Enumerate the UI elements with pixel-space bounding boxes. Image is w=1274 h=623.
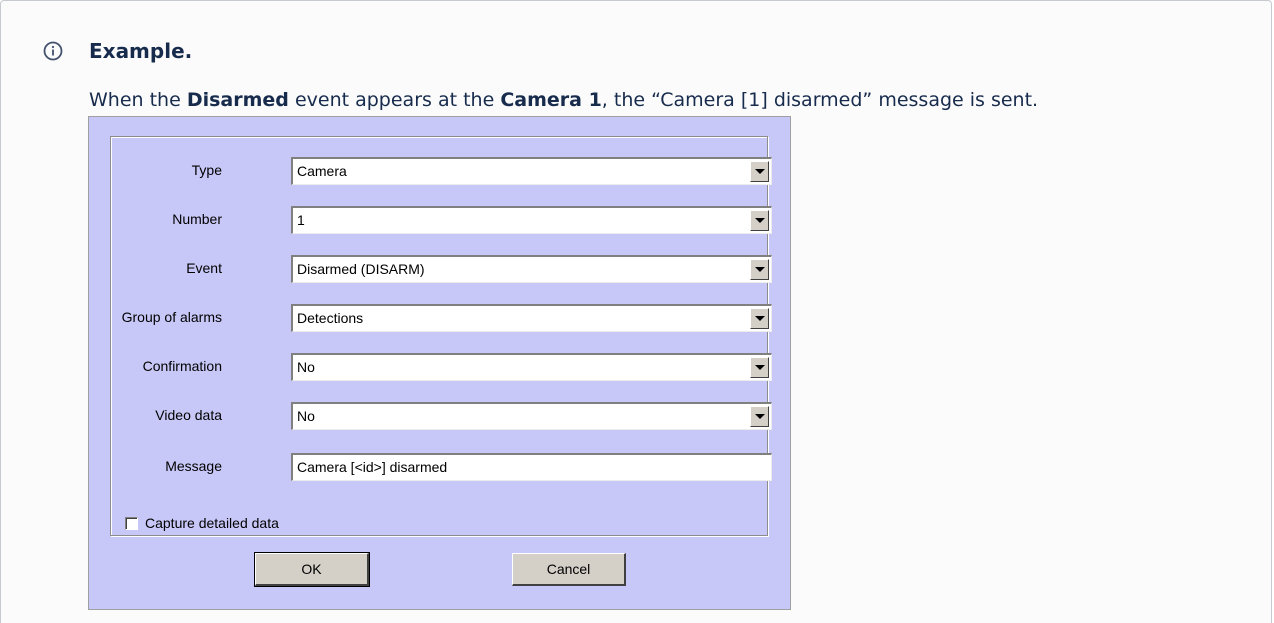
confirmation-dropdown-button[interactable] [750,357,769,378]
info-icon [43,41,63,61]
type-label: Type [191,162,222,178]
confirmation-label: Confirmation [142,358,222,374]
group-of-alarms-value: Detections [297,310,364,326]
note-title: Example. [89,39,193,63]
number-label: Number [172,211,222,227]
group-of-alarms-dropdown-button[interactable] [750,308,769,329]
note-text: When the Disarmed event appears at the C… [89,89,1039,111]
info-panel: Example. When the Disarmed event appears… [0,0,1272,623]
event-label: Event [186,260,222,276]
confirmation-value: No [297,359,315,375]
event-value: Disarmed (DISARM) [297,261,425,277]
number-value: 1 [297,212,305,228]
settings-group-box: Type Camera Number 1 Event Disarmed (DIS… [110,136,772,536]
chevron-down-icon [755,365,765,370]
video-data-value: No [297,408,315,424]
type-value: Camera [297,163,347,179]
message-input[interactable]: Camera [<id>] disarmed [291,453,772,481]
type-select[interactable]: Camera [291,157,772,185]
video-data-select[interactable]: No [291,402,772,430]
event-dropdown-button[interactable] [750,259,769,280]
video-data-label: Video data [155,407,222,423]
chevron-down-icon [755,218,765,223]
type-dropdown-button[interactable] [750,161,769,182]
cancel-button[interactable]: Cancel [512,553,626,586]
capture-detailed-data-row[interactable]: Capture detailed data [125,515,279,531]
chevron-down-icon [755,267,765,272]
capture-detailed-data-checkbox[interactable] [125,516,138,530]
chevron-down-icon [755,169,765,174]
number-dropdown-button[interactable] [750,210,769,231]
video-data-dropdown-button[interactable] [750,406,769,427]
chevron-down-icon [755,414,765,419]
number-select[interactable]: 1 [291,206,772,234]
chevron-down-icon [755,316,765,321]
message-label: Message [165,458,222,474]
group-of-alarms-label: Group of alarms [121,309,222,325]
ok-button[interactable]: OK [254,552,370,587]
confirmation-select[interactable]: No [291,353,772,381]
group-of-alarms-select[interactable]: Detections [291,304,772,332]
message-value: Camera [<id>] disarmed [297,459,448,475]
event-settings-dialog: Type Camera Number 1 Event Disarmed (DIS… [88,116,791,610]
capture-detailed-data-label: Capture detailed data [145,515,279,531]
event-select[interactable]: Disarmed (DISARM) [291,255,772,283]
